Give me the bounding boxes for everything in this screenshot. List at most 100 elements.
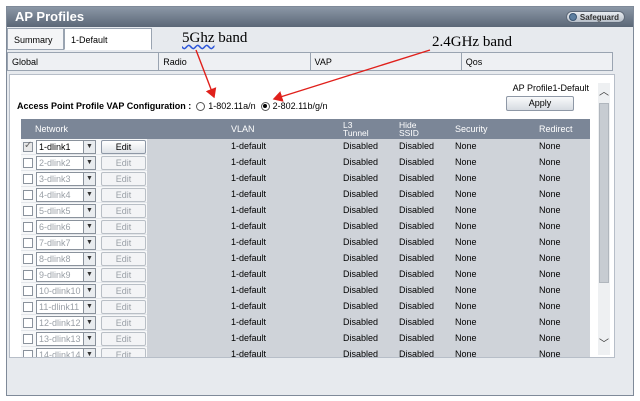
- table-row: 2-dlink2 ▼ Edit 1-default Disabled Disabled No…: [21, 155, 590, 171]
- security-cell: None: [455, 269, 477, 279]
- network-select[interactable]: 7-dlink7 ▼: [36, 236, 96, 250]
- chevron-down-icon[interactable]: ▼: [83, 301, 95, 313]
- checkbox-icon[interactable]: [23, 238, 33, 248]
- tab-vap[interactable]: VAP: [310, 53, 462, 70]
- chevron-down-icon[interactable]: ▼: [83, 285, 95, 297]
- network-select-value: 11-dlink11: [39, 302, 80, 312]
- chevron-up-icon[interactable]: ︿: [598, 87, 610, 99]
- edit-button[interactable]: Edit: [101, 156, 146, 170]
- network-select-value: 8-dlink8: [39, 254, 71, 264]
- network-select[interactable]: 10-dlink10 ▼: [36, 284, 96, 298]
- network-select[interactable]: 2-dlink2 ▼: [36, 156, 96, 170]
- edit-button[interactable]: Edit: [101, 204, 146, 218]
- edit-button[interactable]: Edit: [101, 332, 146, 346]
- chevron-down-icon[interactable]: ▼: [83, 205, 95, 217]
- edit-button[interactable]: Edit: [101, 236, 146, 250]
- scrollbar-thumb[interactable]: [599, 103, 609, 283]
- title-bar: AP Profiles Safeguard: [7, 7, 633, 27]
- security-cell: None: [455, 173, 477, 183]
- network-select[interactable]: 3-dlink3 ▼: [36, 172, 96, 186]
- radio-802-11an-label: 1-802.11a/n: [208, 101, 256, 111]
- chevron-down-icon[interactable]: ▼: [83, 269, 95, 281]
- chevron-down-icon[interactable]: ▼: [83, 157, 95, 169]
- tab-summary[interactable]: Summary: [7, 28, 64, 50]
- network-select[interactable]: 13-dlink13 ▼: [36, 332, 96, 346]
- l3-tunnel-cell: Disabled: [343, 349, 379, 358]
- l3-tunnel-cell: Disabled: [343, 285, 379, 295]
- vlan-cell: 1-default: [231, 221, 267, 231]
- chevron-down-icon[interactable]: ▼: [83, 333, 95, 345]
- edit-button[interactable]: Edit: [101, 300, 146, 314]
- l3-tunnel-cell: Disabled: [343, 237, 379, 247]
- l3-tunnel-cell: Disabled: [343, 141, 379, 151]
- edit-button[interactable]: Edit: [101, 140, 146, 154]
- network-select[interactable]: 1-dlink1 ▼: [36, 140, 96, 154]
- checkbox-icon[interactable]: [23, 254, 33, 264]
- chevron-down-icon[interactable]: ▼: [83, 189, 95, 201]
- l3-tunnel-cell: Disabled: [343, 221, 379, 231]
- table-row: 6-dlink6 ▼ Edit 1-default Disabled Disabled No…: [21, 219, 590, 235]
- tab-1-default[interactable]: 1-Default: [64, 28, 152, 50]
- network-select[interactable]: 9-dlink9 ▼: [36, 268, 96, 282]
- edit-button[interactable]: Edit: [101, 188, 146, 202]
- network-select[interactable]: 4-dlink4 ▼: [36, 188, 96, 202]
- chevron-down-icon[interactable]: ▼: [83, 253, 95, 265]
- chevron-down-icon[interactable]: ▼: [83, 173, 95, 185]
- network-select-value: 5-dlink5: [39, 206, 71, 216]
- network-select[interactable]: 5-dlink5 ▼: [36, 204, 96, 218]
- chevron-down-icon[interactable]: ﹀: [598, 339, 610, 351]
- checkbox-icon[interactable]: [23, 334, 33, 344]
- checkbox-icon[interactable]: [23, 302, 33, 312]
- security-cell: None: [455, 237, 477, 247]
- tab-global[interactable]: Global: [8, 53, 160, 70]
- edit-button[interactable]: Edit: [101, 220, 146, 234]
- safeguard-button[interactable]: Safeguard: [565, 11, 625, 23]
- network-select[interactable]: 6-dlink6 ▼: [36, 220, 96, 234]
- edit-button[interactable]: Edit: [101, 268, 146, 282]
- checkbox-icon[interactable]: [23, 206, 33, 216]
- checkbox-icon[interactable]: [23, 190, 33, 200]
- l3-tunnel-cell: Disabled: [343, 317, 379, 327]
- annotation-5ghz: 5Ghz band: [182, 30, 247, 47]
- checkbox-icon[interactable]: [23, 140, 33, 152]
- network-select[interactable]: 12-dlink12 ▼: [36, 316, 96, 330]
- edit-button[interactable]: Edit: [101, 348, 146, 357]
- checkbox-icon[interactable]: [23, 350, 33, 357]
- vap-panel: AP Profile1-Default Apply Access Point P…: [9, 74, 615, 358]
- chevron-down-icon[interactable]: ▼: [83, 221, 95, 233]
- network-select[interactable]: 14-dlink14 ▼: [36, 348, 96, 357]
- chevron-down-icon[interactable]: ▼: [83, 237, 95, 249]
- page-title: AP Profiles: [15, 9, 85, 24]
- checkbox-icon[interactable]: [23, 158, 33, 168]
- network-select[interactable]: 8-dlink8 ▼: [36, 252, 96, 266]
- redirect-cell: None: [539, 205, 561, 215]
- table-row: 13-dlink13 ▼ Edit 1-default Disabled Disabled…: [21, 331, 590, 347]
- hide-ssid-cell: Disabled: [399, 269, 435, 279]
- network-select-value: 12-dlink12: [39, 318, 81, 328]
- edit-button[interactable]: Edit: [101, 316, 146, 330]
- vlan-cell: 1-default: [231, 333, 267, 343]
- hide-ssid-cell: Disabled: [399, 157, 435, 167]
- hide-ssid-cell: Disabled: [399, 141, 435, 151]
- tab-radio[interactable]: Radio: [159, 53, 311, 70]
- chevron-down-icon[interactable]: ▼: [83, 349, 95, 357]
- vertical-scrollbar[interactable]: ︿ ﹀: [598, 83, 610, 355]
- checkbox-icon[interactable]: [23, 174, 33, 184]
- hide-ssid-cell: Disabled: [399, 317, 435, 327]
- checkbox-icon[interactable]: [23, 222, 33, 232]
- chevron-down-icon[interactable]: ▼: [83, 141, 95, 153]
- edit-button[interactable]: Edit: [101, 252, 146, 266]
- tab-qos[interactable]: Qos: [461, 53, 612, 70]
- edit-button[interactable]: Edit: [101, 172, 146, 186]
- hide-ssid-cell: Disabled: [399, 333, 435, 343]
- chevron-down-icon[interactable]: ▼: [83, 317, 95, 329]
- vap-config-row: Access Point Profile VAP Configuration :…: [17, 101, 327, 111]
- radio-802-11bgn[interactable]: [260, 101, 270, 111]
- apply-button[interactable]: Apply: [506, 96, 574, 111]
- checkbox-icon[interactable]: [23, 270, 33, 280]
- edit-button[interactable]: Edit: [101, 284, 146, 298]
- network-select[interactable]: 11-dlink11 ▼: [36, 300, 96, 314]
- radio-802-11an[interactable]: [196, 101, 206, 111]
- checkbox-icon[interactable]: [23, 286, 33, 296]
- checkbox-icon[interactable]: [23, 318, 33, 328]
